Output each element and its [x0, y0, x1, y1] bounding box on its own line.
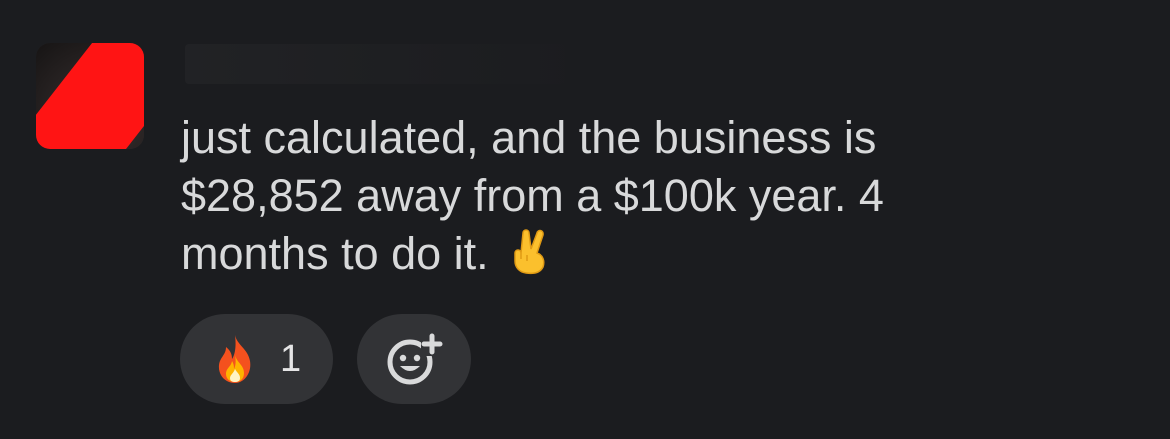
reaction-fire-button[interactable]: 1 [180, 314, 333, 404]
fire-icon [218, 335, 251, 383]
add-emoji-icon [387, 333, 443, 385]
message-text: just calculated, and the business is $28… [181, 109, 1141, 283]
crossed-fingers-emoji [513, 229, 545, 275]
message-line: months to do it. [181, 225, 1141, 283]
message-line: just calculated, and the business is [181, 112, 877, 163]
reaction-bar: 1 [180, 314, 471, 404]
reaction-count: 1 [280, 337, 302, 380]
add-reaction-button[interactable] [357, 314, 471, 404]
message-line: $28,852 away from a $100k year. 4 [181, 170, 884, 221]
avatar[interactable] [36, 43, 144, 149]
username-redacted [185, 44, 565, 84]
